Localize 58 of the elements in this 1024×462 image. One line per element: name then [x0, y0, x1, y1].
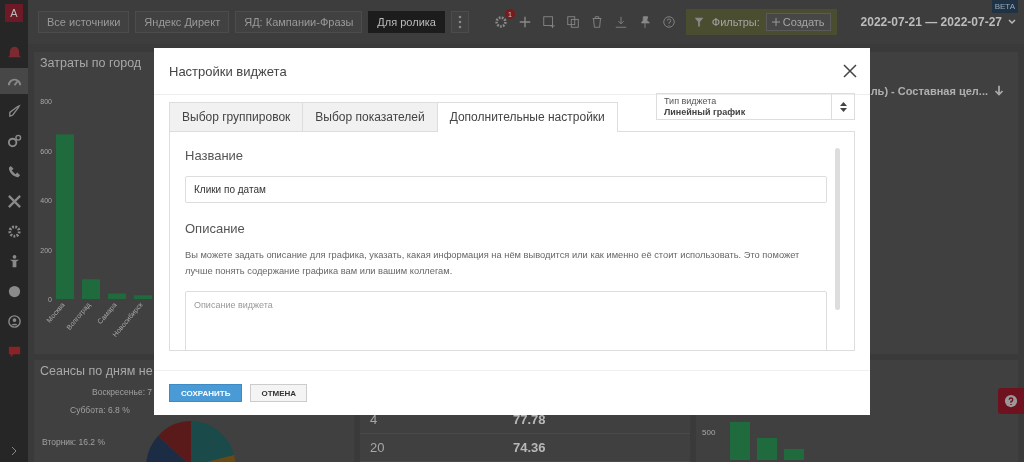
- select-value: Линейный график: [664, 107, 747, 118]
- sort-icon: [839, 101, 847, 112]
- scrollbar[interactable]: [835, 148, 840, 310]
- tools-icon: [6, 193, 22, 209]
- date-range-picker[interactable]: 2022-07-21 — 2022-07-27: [860, 15, 1016, 29]
- panel-title: ль) - Составная цел...: [870, 85, 988, 97]
- gear-icon: [6, 223, 22, 239]
- chevron-icon[interactable]: [9, 446, 19, 456]
- tab[interactable]: Дополнительные настройки: [436, 102, 618, 132]
- source-button[interactable]: Для ролика: [368, 11, 445, 33]
- bar: [108, 293, 126, 299]
- more-icon[interactable]: [450, 11, 469, 33]
- select-label: Тип виджета: [664, 96, 718, 107]
- help-button[interactable]: [998, 388, 1024, 414]
- user-icon: [6, 313, 22, 329]
- close-icon: [842, 63, 858, 79]
- panel-title: Сеансы по дням не: [40, 364, 153, 378]
- app-logo[interactable]: A: [5, 4, 23, 22]
- cancel-button[interactable]: ОТМЕНА: [250, 384, 308, 402]
- phone-icon: [6, 163, 22, 179]
- dialog-title: Настройки виджета: [169, 63, 287, 79]
- bar: [82, 279, 100, 299]
- create-filter-button[interactable]: Создать: [765, 13, 831, 31]
- table-cell: 77.78: [513, 412, 546, 427]
- tab[interactable]: Выбор группировок: [169, 102, 304, 131]
- table-cell-text: 4: [370, 412, 379, 427]
- source-button[interactable]: Яндекс Директ: [135, 11, 230, 33]
- table-cell-text: 20: [370, 440, 386, 455]
- plus-icon: [771, 18, 780, 26]
- gears-icon: [6, 133, 22, 149]
- source-button[interactable]: Все источники: [38, 11, 130, 33]
- settings-icon[interactable]: [493, 15, 508, 29]
- name-input-field[interactable]: Клики по датам: [185, 176, 827, 203]
- panel-title: Затраты по город: [40, 56, 142, 70]
- add-widget-icon[interactable]: [541, 15, 556, 29]
- rocket-icon: [6, 103, 22, 119]
- widget-type-select[interactable]: Тип виджета Линейный график: [656, 93, 855, 120]
- tab[interactable]: Выбор показателей: [302, 102, 438, 131]
- filters-label: Фильтры:: [711, 16, 760, 28]
- description-field[interactable]: Описание виджета: [185, 291, 827, 350]
- pie-label: Воскресенье: 7: [92, 387, 153, 397]
- beta-badge: BETA: [991, 0, 1018, 13]
- download-icon[interactable]: [613, 15, 628, 29]
- caret-icon: [1008, 19, 1016, 25]
- field-label: Описание: [185, 221, 245, 236]
- pie-label: Суббота: 6.8 %: [70, 405, 130, 415]
- plus-icon[interactable]: [517, 15, 532, 29]
- sidebar-item[interactable]: [0, 68, 28, 94]
- close-button[interactable]: [842, 63, 858, 79]
- field-label: Название: [185, 148, 244, 163]
- help-text: Вы можете задать описание для графика, указать, какая информация на нём выводится или как именно её стоит использовать. Это поможет лучше понять содержание графика вам или вашим коллегам.: [185, 249, 801, 278]
- copy-icon[interactable]: [565, 15, 580, 29]
- pie-label: Вторник: 16.2 %: [42, 437, 105, 447]
- bar: [134, 295, 152, 299]
- source-button[interactable]: ЯД: Кампании-Фразы: [235, 11, 363, 33]
- arrow-down-icon[interactable]: [992, 84, 1006, 98]
- axis-tick: 500: [702, 428, 716, 437]
- table-cell: 74.36: [513, 440, 546, 455]
